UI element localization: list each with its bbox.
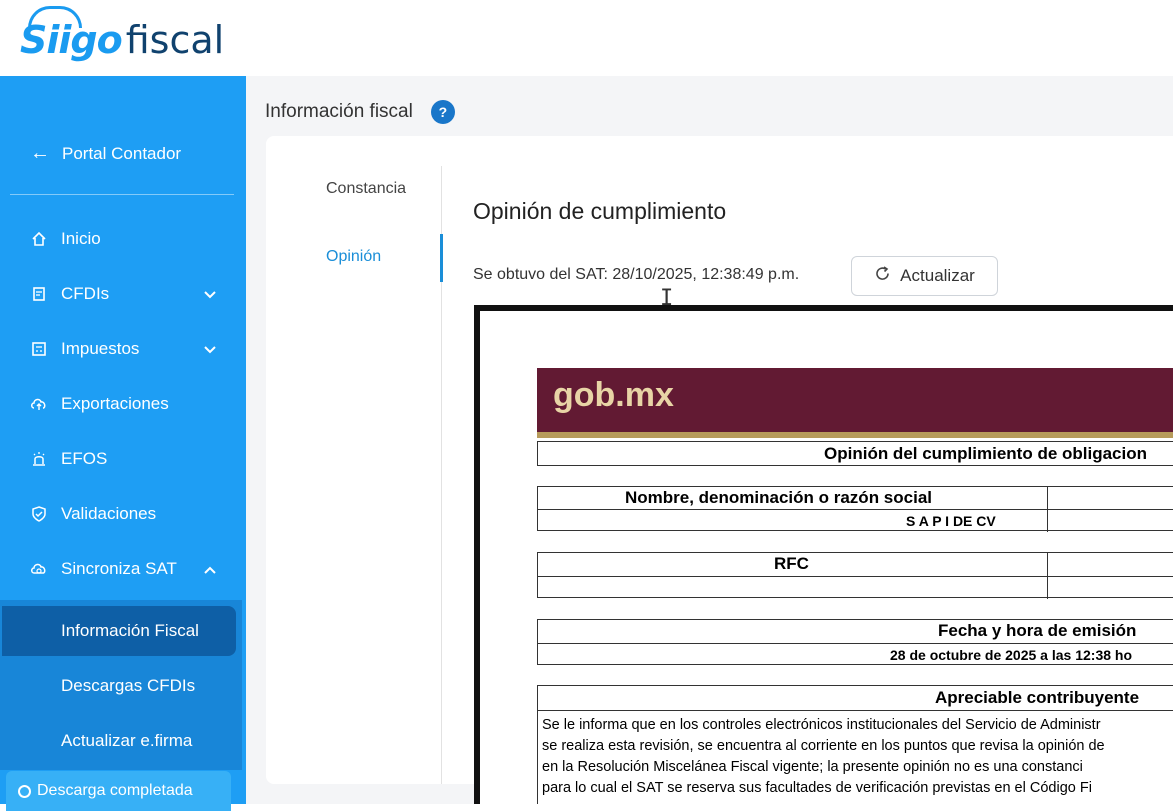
pdf-title-box: Opinión del cumplimiento de obligacion [537, 441, 1173, 466]
pdf-name-box: Nombre, denominación o razón social S A … [537, 486, 1173, 532]
divider [538, 643, 1173, 644]
alarm-icon [30, 450, 48, 468]
pdf-rfc-box: RFC [537, 552, 1173, 599]
rfc-header: RFC [774, 554, 809, 573]
sincroniza-sat-submenu: Información Fiscal Descargas CFDIs Actua… [0, 600, 242, 770]
sidebar-item-label: Sincroniza SAT [61, 559, 177, 578]
divider [1047, 487, 1048, 532]
sidebar-item-efos[interactable]: EFOS [30, 444, 230, 474]
sidebar-item-label: Exportaciones [61, 394, 169, 413]
sidebar-subitem-actualizar-efirma[interactable]: Actualizar e.firma [0, 716, 236, 766]
refresh-icon [874, 265, 891, 287]
sidebar-item-label: EFOS [61, 449, 108, 468]
download-complete-toast[interactable]: Descarga completada [6, 771, 231, 811]
tab-opinion[interactable]: Opinión [326, 248, 381, 266]
document-icon [30, 285, 48, 303]
gold-stripe [537, 432, 1173, 438]
name-header: Nombre, denominación o razón social [625, 488, 932, 507]
gob-header-band: gob.mx [537, 368, 1173, 432]
pdf-viewer[interactable]: gob.mx Opinión del cumplimiento de oblig… [474, 305, 1173, 804]
sidebar-subitem-descargas-cfdis[interactable]: Descargas CFDIs [0, 661, 236, 711]
cloud-upload-icon [30, 395, 48, 413]
sidebar-item-inicio[interactable]: Inicio [30, 224, 230, 254]
sidebar-item-label: Impuestos [61, 339, 140, 358]
sidebar-item-label: CFDIs [61, 284, 110, 303]
obtained-timestamp: Se obtuvo del SAT: 28/10/2025, 12:38:49 … [473, 266, 800, 283]
paragraph-line: para lo cual el SAT se reserva sus facul… [542, 780, 1092, 796]
sidebar-divider [10, 194, 234, 195]
section-heading: Opinión de cumplimiento [473, 198, 727, 224]
chevron-down-icon [204, 287, 216, 302]
sidebar-item-cfdis[interactable]: CFDIs [30, 279, 230, 309]
cloud-sync-icon [30, 560, 48, 578]
pdf-date-box: Fecha y hora de emisión 28 de octubre de… [537, 619, 1173, 665]
sidebar-item-label: Inicio [61, 229, 101, 248]
sidebar: ← Portal Contador Inicio CFDIs Impuestos… [0, 76, 246, 811]
portal-contador-link[interactable]: ← Portal Contador [30, 142, 181, 165]
paragraph-line: Se le informa que en los controles elect… [542, 717, 1101, 733]
refresh-label: Actualizar [900, 266, 975, 285]
date-value: 28 de octubre de 2025 a las 12:38 ho [890, 647, 1133, 663]
logo-cloud-icon [28, 6, 82, 28]
status-circle-icon [18, 784, 31, 798]
divider [538, 710, 1173, 711]
home-icon [30, 230, 48, 248]
logo-siigo: Siigo [20, 6, 123, 62]
divider [538, 509, 1173, 510]
tab-constancia[interactable]: Constancia [326, 180, 406, 198]
divider [538, 576, 1173, 577]
chevron-up-icon [204, 562, 216, 577]
sidebar-item-sincroniza-sat[interactable]: Sincroniza SAT [30, 554, 230, 584]
siigo-fiscal-logo[interactable]: Siigo fiscal [20, 6, 225, 62]
vertical-tabs: Constancia Opinión [266, 166, 442, 784]
paragraph-line: en la Resolución Miscelánea Fiscal vigen… [542, 759, 1083, 775]
pdf-paragraph: Se le informa que en los controles elect… [542, 715, 1173, 799]
paragraph-line: se realiza esta revisión, se encuentra a… [542, 738, 1105, 754]
top-header: Siigo fiscal [0, 0, 1173, 76]
help-icon[interactable]: ? [430, 100, 455, 124]
arrow-left-icon: ← [30, 142, 50, 164]
sidebar-item-validaciones[interactable]: Validaciones [30, 499, 230, 529]
toast-label: Descarga completada [37, 782, 193, 799]
date-header: Fecha y hora de emisión [938, 621, 1137, 640]
page-title-text: Información fiscal [265, 101, 413, 122]
chevron-down-icon [204, 342, 216, 357]
greeting-header: Apreciable contribuyente [935, 688, 1140, 707]
refresh-button[interactable]: Actualizar [851, 256, 998, 296]
page-title: Información fiscal ? [265, 100, 455, 124]
sidebar-item-exportaciones[interactable]: Exportaciones [30, 389, 230, 419]
shield-check-icon [30, 505, 48, 523]
calculator-icon [30, 340, 48, 358]
name-value: S A P I DE CV [906, 513, 996, 529]
gob-mx-logo: gob.mx [553, 376, 674, 414]
portal-contador-label: Portal Contador [62, 143, 182, 163]
sidebar-item-impuestos[interactable]: Impuestos [30, 334, 230, 364]
active-tab-indicator [440, 234, 443, 282]
divider [1047, 553, 1048, 599]
sidebar-subitem-informacion-fiscal[interactable]: Información Fiscal [2, 606, 236, 656]
pdf-doc-title: Opinión del cumplimiento de obligacion [824, 444, 1148, 463]
logo-fiscal: fiscal [125, 18, 225, 62]
sidebar-item-label: Validaciones [61, 504, 157, 523]
